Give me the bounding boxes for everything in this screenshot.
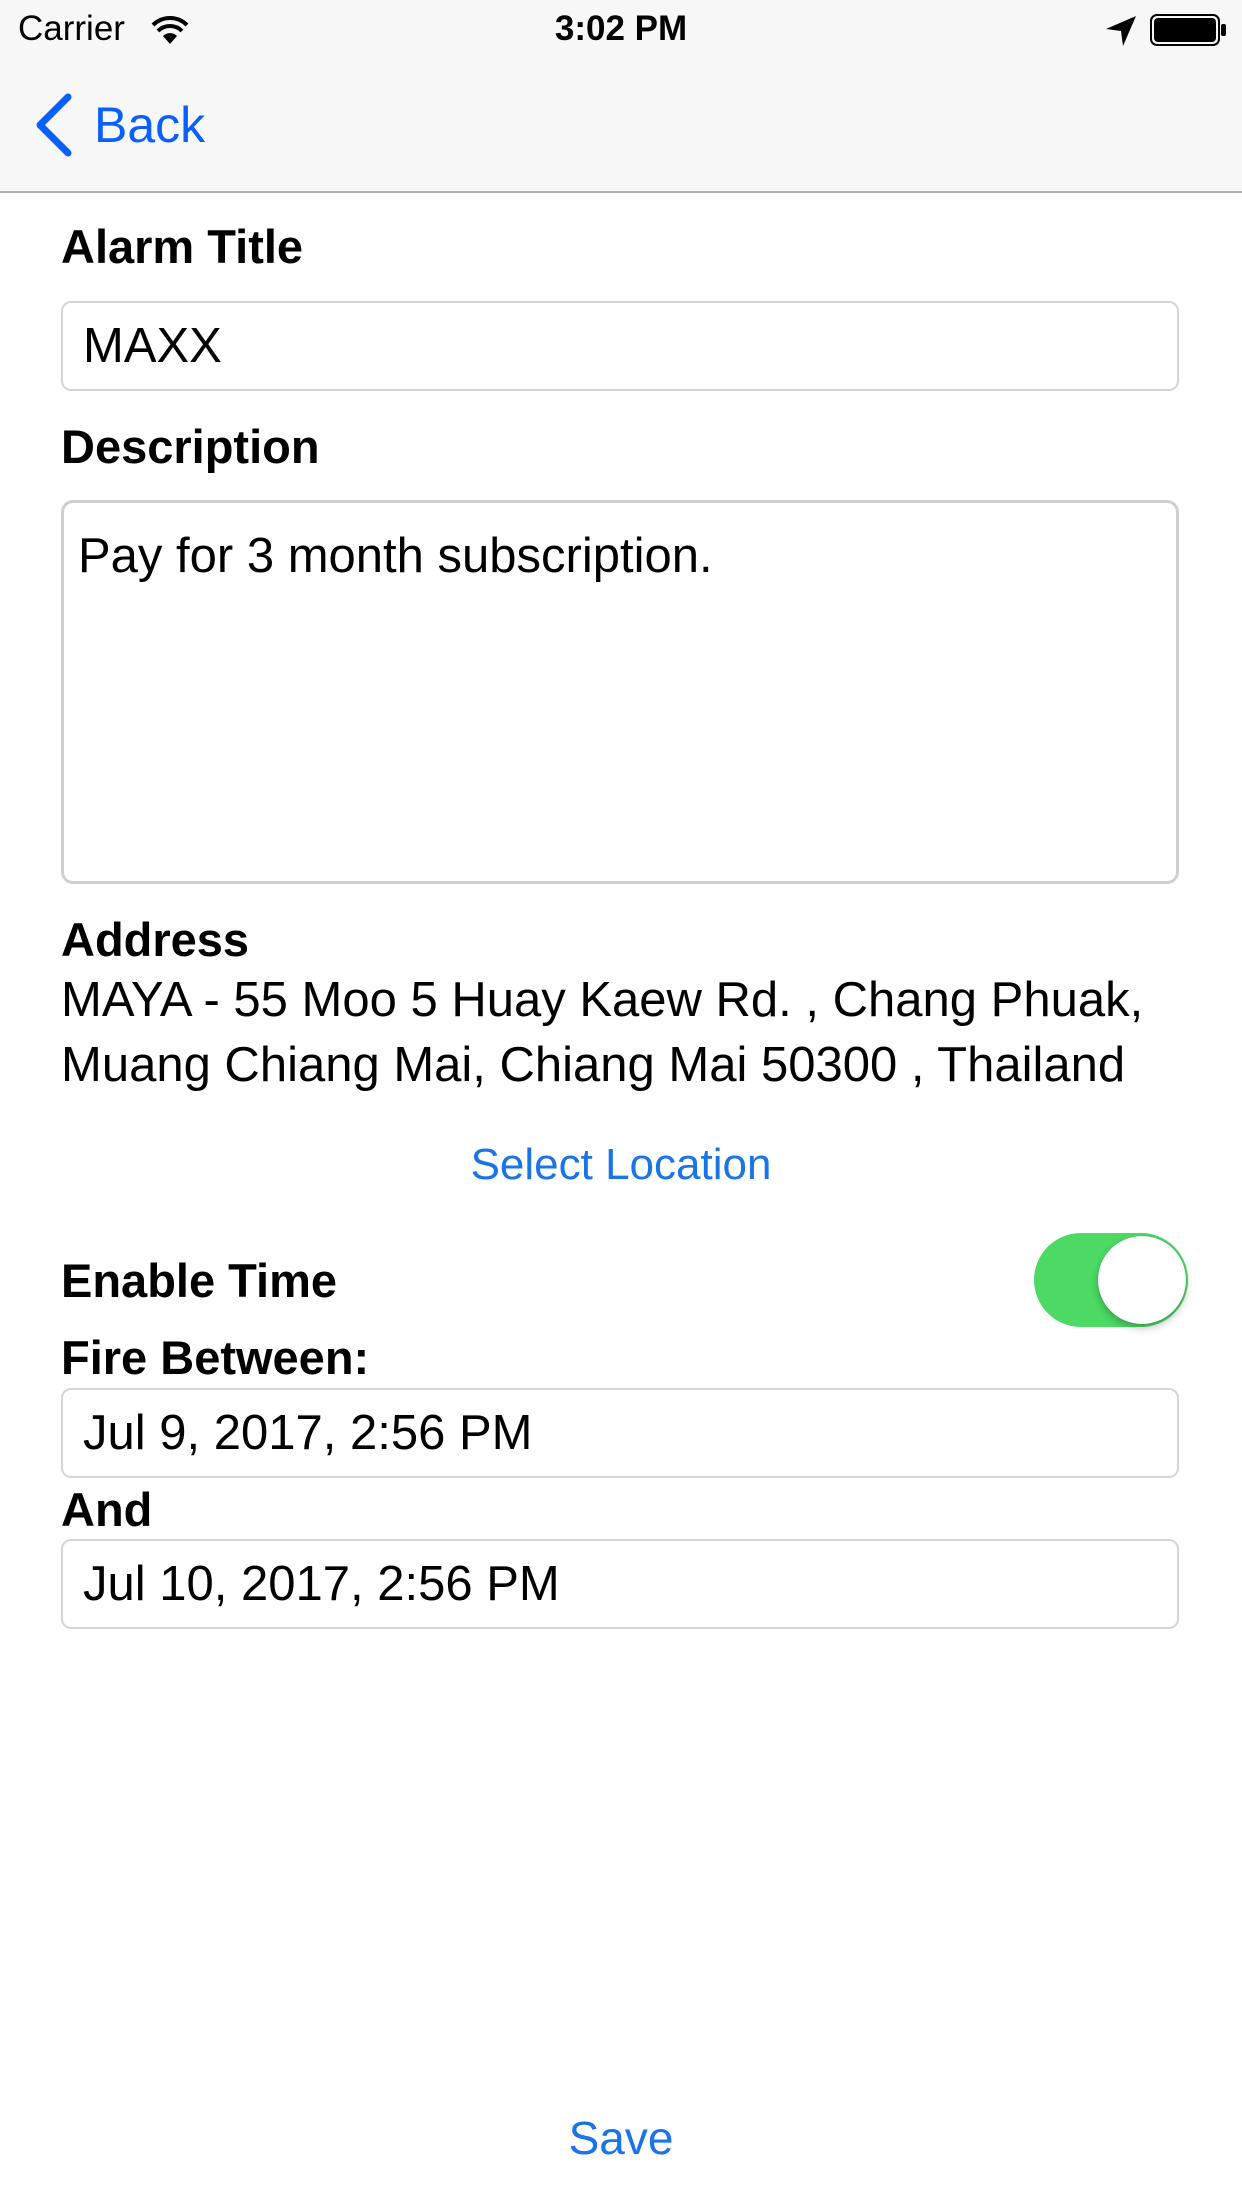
chevron-left-icon [36, 93, 72, 157]
back-label: Back [94, 97, 206, 153]
end-datetime-field[interactable]: Jul 10, 2017, 2:56 PM [61, 1539, 1179, 1629]
enable-time-label: Enable Time [61, 1254, 338, 1307]
alarm-title-label: Alarm Title [61, 220, 304, 273]
address-line-2: Muang Chiang Mai, Chiang Mai 50300 , Tha… [61, 1038, 1126, 1092]
fire-between-label: Fire Between: [61, 1331, 370, 1384]
select-location-button[interactable]: Select Location [0, 1140, 1242, 1190]
address-label: Address [61, 913, 250, 966]
battery-icon [1150, 14, 1226, 46]
save-button[interactable]: Save [0, 2111, 1242, 2165]
enable-time-toggle[interactable] [1034, 1233, 1188, 1327]
status-bar: Carrier 3:02 PM [0, 0, 1242, 60]
and-label: And [61, 1483, 153, 1536]
start-datetime-field[interactable]: Jul 9, 2017, 2:56 PM [61, 1388, 1179, 1478]
address-line-1: MAYA - 55 Moo 5 Huay Kaew Rd. , Chang Ph… [61, 973, 1144, 1027]
address-text: MAYA - 55 Moo 5 Huay Kaew Rd. , Chang Ph… [61, 968, 1211, 1098]
alarm-title-input[interactable]: MAXX [61, 301, 1179, 391]
edit-alarm-screen: Carrier 3:02 PM Back Alarm Title MAXX De… [0, 0, 1242, 2208]
description-label: Description [61, 420, 320, 473]
status-time: 3:02 PM [554, 9, 688, 48]
back-button[interactable]: Back [34, 90, 205, 160]
location-arrow-icon [1106, 16, 1136, 46]
description-textarea[interactable]: Pay for 3 month subscription. [61, 500, 1179, 884]
toggle-knob [1098, 1236, 1186, 1324]
navigation-bar: Back [0, 60, 1242, 193]
